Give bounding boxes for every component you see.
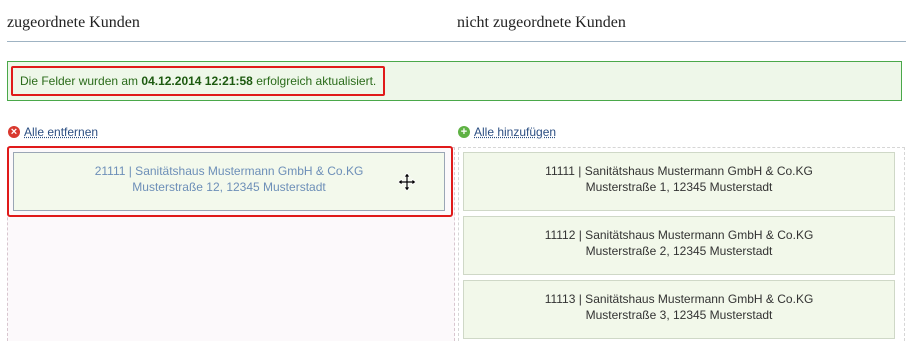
success-alert: Die Felder wurden am 04.12.2014 12:21:58…	[7, 61, 902, 101]
customer-card[interactable]: 11112 | Sanitätshaus Mustermann GmbH & C…	[463, 216, 895, 275]
customer-card[interactable]: 11111 | Sanitätshaus Mustermann GmbH & C…	[463, 152, 895, 211]
remove-all-action[interactable]: × Alle entfernen	[8, 125, 98, 139]
unassigned-customers-heading: nicht zugeordnete Kunden	[457, 14, 626, 31]
customer-card-address: Musterstraße 3, 12345 Musterstadt	[585, 308, 773, 322]
add-all-link[interactable]: Alle hinzufügen	[474, 125, 556, 139]
customer-card-title: 21111 | Sanitätshaus Mustermann GmbH & C…	[94, 164, 364, 178]
success-message-highlight: Die Felder wurden am 04.12.2014 12:21:58…	[11, 66, 386, 96]
remove-all-link[interactable]: Alle entfernen	[24, 125, 98, 139]
add-circle-icon[interactable]: +	[458, 126, 470, 138]
customer-card-title: 11113 | Sanitätshaus Mustermann GmbH & C…	[544, 292, 814, 306]
remove-circle-icon[interactable]: ×	[8, 126, 20, 138]
alert-prefix: Die Felder wurden am	[20, 74, 139, 88]
customer-card-title: 11111 | Sanitätshaus Mustermann GmbH & C…	[545, 164, 813, 178]
customer-card-title: 11112 | Sanitätshaus Mustermann GmbH & C…	[544, 228, 814, 242]
assigned-customers-heading: zugeordnete Kunden	[7, 14, 140, 31]
add-all-action[interactable]: + Alle hinzufügen	[458, 125, 556, 139]
alert-suffix: erfolgreich aktualisiert.	[256, 74, 377, 88]
move-cursor-icon	[397, 172, 417, 192]
customer-card-address: Musterstraße 2, 12345 Musterstadt	[585, 244, 773, 258]
customer-card[interactable]: 11113 | Sanitätshaus Mustermann GmbH & C…	[463, 280, 895, 339]
alert-timestamp: 04.12.2014 12:21:58	[141, 74, 253, 88]
header-divider	[7, 41, 906, 42]
customer-card-address: Musterstraße 1, 12345 Musterstadt	[585, 180, 773, 194]
customer-card-dragging[interactable]: 21111 | Sanitätshaus Mustermann GmbH & C…	[13, 152, 445, 211]
customer-card-address: Musterstraße 12, 12345 Musterstadt	[132, 180, 326, 194]
